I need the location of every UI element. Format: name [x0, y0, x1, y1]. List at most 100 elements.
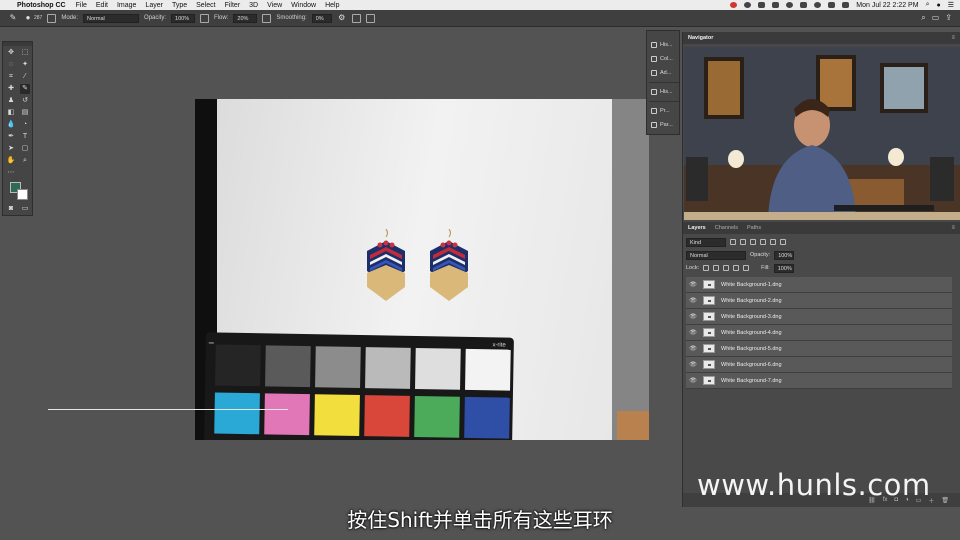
- menu-window[interactable]: Window: [291, 2, 316, 9]
- visibility-eye-icon[interactable]: 👁: [686, 329, 700, 336]
- menu-clock[interactable]: Mon Jul 22 2:22 PM: [856, 2, 918, 9]
- smoothing-input[interactable]: 0%: [311, 13, 332, 23]
- tab-channels[interactable]: Channels: [715, 225, 738, 231]
- type-icon[interactable]: T: [20, 132, 30, 142]
- mode-select[interactable]: Normal: [83, 13, 140, 23]
- layer-row[interactable]: 👁 White Background-4.dng: [686, 325, 952, 341]
- document-canvas[interactable]: x-rite: [195, 99, 649, 440]
- app-name-menu[interactable]: Photoshop CC: [17, 2, 66, 9]
- zoom-icon[interactable]: ⌕: [20, 156, 30, 166]
- menu-select[interactable]: Select: [196, 2, 215, 9]
- layer-row[interactable]: 👁 White Background-5.dng: [686, 341, 952, 357]
- menu-filter[interactable]: Filter: [225, 2, 241, 9]
- brush-size-icon[interactable]: ●: [23, 13, 33, 23]
- marquee-icon[interactable]: ⬚: [20, 48, 30, 58]
- dock-adjustments[interactable]: Ad...: [651, 67, 679, 79]
- layer-row[interactable]: 👁 White Background-1.dng: [686, 277, 952, 293]
- visibility-eye-icon[interactable]: 👁: [686, 345, 700, 352]
- filter-pixel-icon[interactable]: [730, 239, 736, 245]
- tab-navigator[interactable]: Navigator: [688, 35, 713, 41]
- visibility-eye-icon[interactable]: 👁: [686, 297, 700, 304]
- airbrush-icon[interactable]: [262, 13, 272, 23]
- spotlight-icon[interactable]: ⌕: [926, 1, 930, 9]
- panel-menu-icon[interactable]: ≡: [951, 225, 955, 231]
- lock-image-icon[interactable]: [713, 265, 720, 271]
- siri-icon[interactable]: ●: [936, 2, 940, 9]
- cloud-icon[interactable]: [758, 2, 766, 8]
- sync-icon[interactable]: [744, 2, 752, 8]
- lock-pixels-icon[interactable]: [703, 265, 710, 271]
- eraser-icon[interactable]: ◧: [6, 108, 16, 118]
- menu-file[interactable]: File: [76, 2, 87, 9]
- wifi-icon[interactable]: [814, 2, 822, 8]
- shape-icon[interactable]: ▢: [20, 144, 30, 154]
- fill-input[interactable]: 100%: [773, 263, 794, 273]
- quick-mask-icon[interactable]: ◙: [6, 204, 16, 214]
- recording-icon[interactable]: [730, 2, 738, 8]
- brush-panel-toggle-icon[interactable]: [47, 13, 57, 23]
- path-select-icon[interactable]: ➤: [6, 144, 16, 154]
- tab-paths[interactable]: Paths: [747, 225, 761, 231]
- flag-icon[interactable]: [842, 2, 850, 8]
- menu-image[interactable]: Image: [117, 2, 136, 9]
- lasso-icon[interactable]: ◌: [6, 60, 16, 70]
- hand-icon[interactable]: ✋: [6, 156, 16, 166]
- visibility-eye-icon[interactable]: 👁: [686, 361, 700, 368]
- pressure-size-icon[interactable]: [351, 13, 361, 23]
- lock-position-icon[interactable]: [723, 265, 730, 271]
- dropbox-icon[interactable]: [772, 2, 780, 8]
- filter-kind-select[interactable]: Kind: [686, 237, 726, 247]
- menu-view[interactable]: View: [267, 2, 282, 9]
- edit-toolbar-icon[interactable]: ⋯: [6, 168, 16, 178]
- lock-all-icon[interactable]: [743, 265, 750, 271]
- blur-icon[interactable]: 💧: [6, 120, 16, 130]
- share-icon[interactable]: ⇪: [945, 13, 952, 23]
- trash-icon[interactable]: 🗑: [941, 497, 949, 504]
- screen-mode-icon[interactable]: ▭: [20, 204, 30, 214]
- layer-opacity-input[interactable]: 100%: [774, 250, 795, 260]
- search-icon[interactable]: ⌕: [921, 13, 925, 23]
- battery-icon[interactable]: [828, 2, 836, 8]
- gradient-icon[interactable]: ▤: [20, 108, 30, 118]
- opacity-input[interactable]: 100%: [171, 13, 196, 23]
- menu-3d[interactable]: 3D: [249, 2, 258, 9]
- visibility-eye-icon[interactable]: 👁: [686, 313, 700, 320]
- menu-help[interactable]: Help: [325, 2, 339, 9]
- crop-icon[interactable]: ⌗: [6, 72, 16, 82]
- magic-wand-icon[interactable]: ✦: [20, 60, 30, 70]
- airplay-icon[interactable]: [800, 2, 808, 8]
- filter-smart-object-icon[interactable]: [770, 239, 776, 245]
- dock-properties[interactable]: Pr...: [651, 105, 679, 117]
- dock-color[interactable]: Col...: [651, 53, 679, 65]
- pen-icon[interactable]: ✒: [6, 132, 16, 142]
- healing-icon[interactable]: ✚: [6, 84, 16, 94]
- filter-toggle-icon[interactable]: [780, 239, 786, 245]
- filter-adjustment-icon[interactable]: [740, 239, 746, 245]
- menu-edit[interactable]: Edit: [96, 2, 108, 9]
- dock-paragraph[interactable]: Par...: [651, 119, 679, 131]
- pressure-opacity-icon[interactable]: [200, 13, 210, 23]
- history-brush-icon[interactable]: ↺: [20, 96, 30, 106]
- layer-row[interactable]: 👁 White Background-2.dng: [686, 293, 952, 309]
- lock-artboard-icon[interactable]: [733, 265, 740, 271]
- panel-menu-icon[interactable]: ≡: [951, 35, 955, 41]
- visibility-eye-icon[interactable]: 👁: [686, 281, 700, 288]
- menu-layer[interactable]: Layer: [145, 2, 163, 9]
- visibility-eye-icon[interactable]: 👁: [686, 377, 700, 384]
- eyedropper-icon[interactable]: ⁄: [20, 72, 30, 82]
- dock-histogram[interactable]: His...: [651, 86, 679, 98]
- filter-type-icon[interactable]: [750, 239, 756, 245]
- time-machine-icon[interactable]: [786, 2, 794, 8]
- tools-panel-grip[interactable]: [3, 42, 32, 46]
- tab-layers[interactable]: Layers: [688, 225, 706, 231]
- smoothing-settings-icon[interactable]: ⚙: [337, 13, 347, 23]
- filter-shape-icon[interactable]: [760, 239, 766, 245]
- dock-history[interactable]: His...: [651, 39, 679, 51]
- brush-tool-preset-icon[interactable]: ✎: [8, 13, 18, 23]
- menu-type[interactable]: Type: [172, 2, 187, 9]
- stamp-icon[interactable]: ♟: [6, 96, 16, 106]
- dodge-icon[interactable]: ◔: [20, 120, 30, 130]
- notification-center-icon[interactable]: ☰: [948, 1, 954, 9]
- symmetry-icon[interactable]: [365, 13, 375, 23]
- blend-mode-select[interactable]: Normal: [686, 250, 746, 260]
